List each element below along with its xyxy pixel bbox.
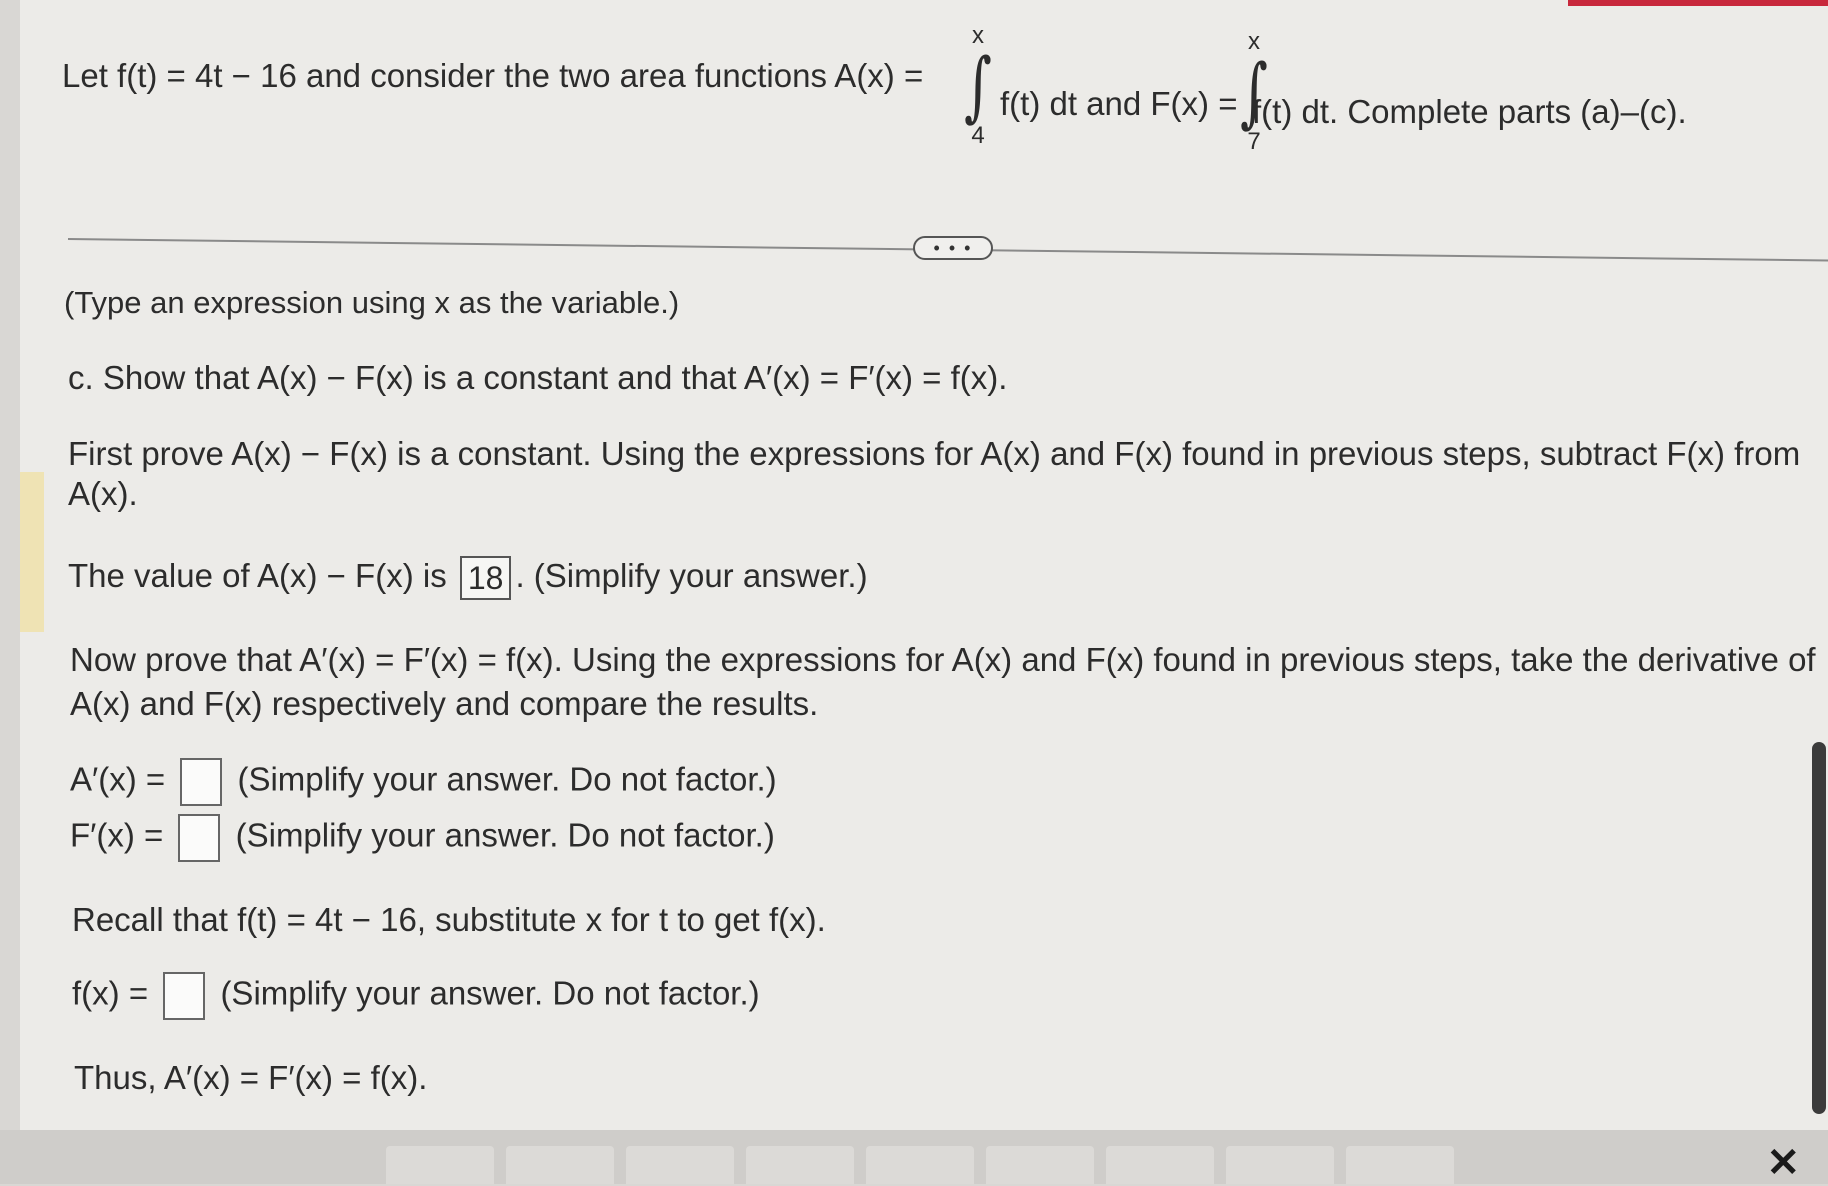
fx-label: f(x) = bbox=[72, 974, 149, 1012]
toolbar-button-mixed[interactable] bbox=[506, 1146, 614, 1184]
toolbar-button-paren[interactable] bbox=[1226, 1146, 1334, 1184]
current-step-highlight bbox=[20, 472, 44, 632]
f-prime-row: F′(x) = (Simplify your answer. Do not fa… bbox=[70, 814, 775, 862]
intro-text: Let f(t) = 4t − 16 and consider the two … bbox=[62, 57, 924, 94]
f-prime-label: F′(x) = bbox=[70, 816, 164, 854]
a-prime-input[interactable] bbox=[180, 758, 223, 806]
part-c-heading: c. Show that A(x) − F(x) is a constant a… bbox=[68, 359, 1008, 396]
question-panel: Let f(t) = 4t − 16 and consider the two … bbox=[20, 0, 1828, 1130]
f-prime-input[interactable] bbox=[178, 814, 221, 862]
type-hint: (Type an expression using x as the varia… bbox=[64, 285, 680, 320]
toolbar-button-decimal[interactable] bbox=[1106, 1146, 1214, 1184]
toolbar-button-sqrt[interactable] bbox=[866, 1146, 974, 1184]
fx-input[interactable] bbox=[163, 972, 206, 1020]
value-answer-field[interactable]: 18 bbox=[459, 556, 512, 601]
integral-a: x ∫ 4 bbox=[958, 24, 998, 148]
toolbar-button-more[interactable] bbox=[1346, 1146, 1454, 1184]
toolbar-button-fraction[interactable] bbox=[386, 1146, 494, 1184]
toolbar-button-exponent[interactable] bbox=[626, 1146, 734, 1184]
value-suffix: . (Simplify your answer.) bbox=[515, 557, 868, 594]
toolbar-button-abs[interactable] bbox=[746, 1146, 854, 1184]
value-prefix: The value of A(x) − F(x) is bbox=[68, 557, 447, 594]
first-prove-line1: First prove A(x) − F(x) is a constant. U… bbox=[68, 435, 1801, 472]
thus-text: Thus, A′(x) = F′(x) = f(x). bbox=[74, 1059, 428, 1096]
value-row: The value of A(x) − F(x) is 18. (Simplif… bbox=[68, 556, 868, 601]
scrollbar[interactable] bbox=[1812, 742, 1826, 1114]
first-prove-line2: A(x). bbox=[68, 475, 138, 512]
now-prove-line1: Now prove that A′(x) = F′(x) = f(x). Usi… bbox=[70, 641, 1816, 678]
integral-sign-icon: ∫ bbox=[964, 41, 992, 130]
a-prime-hint: (Simplify your answer. Do not factor.) bbox=[237, 760, 777, 798]
a-prime-row: A′(x) = (Simplify your answer. Do not fa… bbox=[70, 758, 777, 806]
toolbar-button-nthroot[interactable] bbox=[986, 1146, 1094, 1184]
show-more-button[interactable]: • • • bbox=[913, 236, 993, 260]
a-prime-label: A′(x) = bbox=[70, 760, 166, 798]
close-icon[interactable]: ✕ bbox=[1766, 1140, 1800, 1186]
recall-text: Recall that f(t) = 4t − 16, substitute x… bbox=[72, 901, 826, 938]
math-toolbar: ✕ bbox=[0, 1130, 1828, 1186]
fx-hint: (Simplify your answer. Do not factor.) bbox=[220, 974, 760, 1012]
f-prime-hint: (Simplify your answer. Do not factor.) bbox=[235, 816, 775, 854]
mid-text: f(t) dt and F(x) = bbox=[1000, 85, 1238, 122]
fx-row: f(x) = (Simplify your answer. Do not fac… bbox=[72, 972, 760, 1020]
now-prove-line2: A(x) and F(x) respectively and compare t… bbox=[70, 685, 819, 722]
top-accent-bar bbox=[1568, 0, 1828, 6]
suffix-text: f(t) dt. Complete parts (a)–(c). bbox=[1252, 93, 1687, 130]
